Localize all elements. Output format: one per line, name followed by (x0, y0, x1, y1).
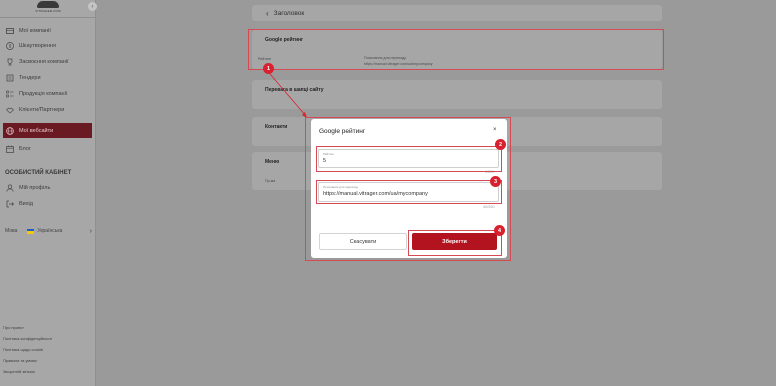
annotation-highlight (408, 230, 502, 256)
annotation-highlight (316, 180, 502, 204)
annotation-badge: 1 (263, 63, 274, 74)
cancel-button[interactable]: Скасувати (319, 233, 407, 250)
link-counter: 40/250 (483, 205, 495, 209)
annotation-badge: 3 (490, 176, 501, 187)
annotation-highlight (316, 146, 502, 172)
annotation-badge: 2 (495, 139, 506, 150)
annotation-badge: 4 (494, 225, 505, 236)
modal-title: Google рейтинг (319, 128, 366, 135)
close-icon[interactable]: × (493, 127, 497, 133)
